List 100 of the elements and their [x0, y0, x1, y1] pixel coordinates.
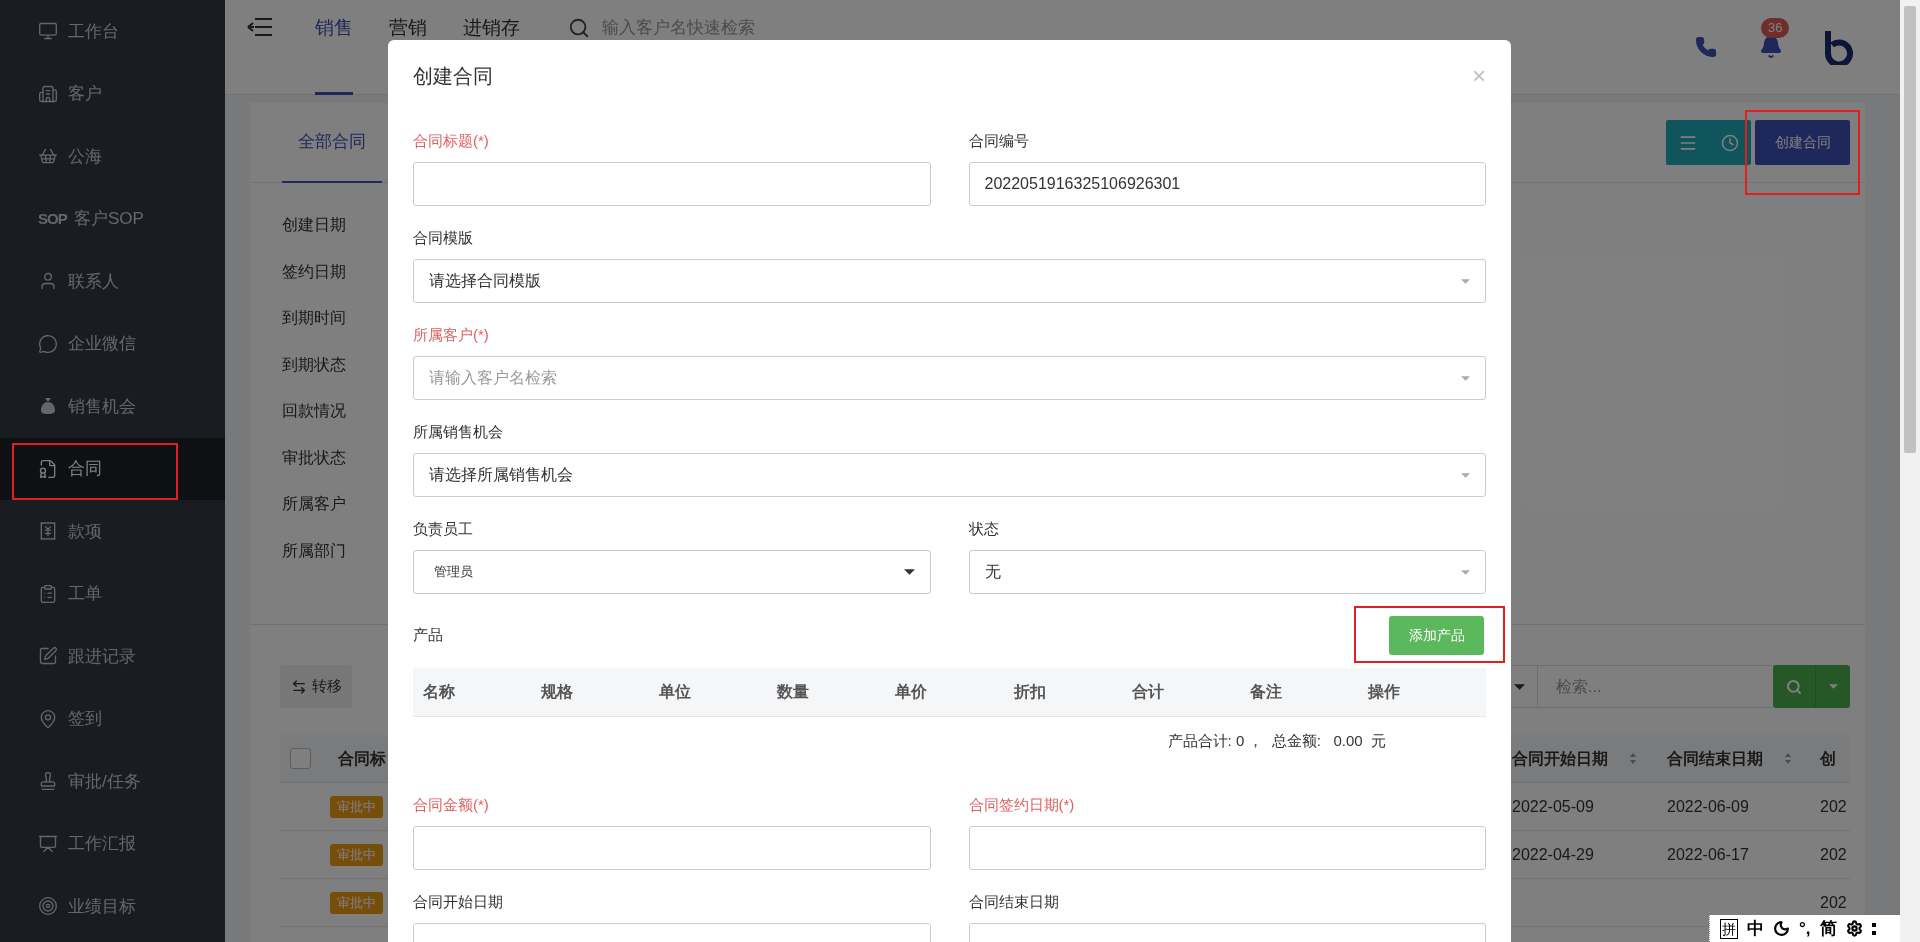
scrollbar-thumb[interactable] [1904, 6, 1916, 453]
column-header: 合计 [1131, 682, 1165, 702]
sidebar-item[interactable]: 跟进记录 [0, 625, 225, 688]
bell-icon[interactable] [1759, 35, 1783, 59]
field-label: 合同模版 [413, 228, 474, 248]
search-options-button[interactable] [1815, 665, 1850, 708]
table-cell: 2022-05-09 [1512, 797, 1594, 815]
input-field[interactable] [968, 826, 1486, 870]
column-header[interactable]: 创 [1810, 746, 1850, 771]
table-cell: 2022-06-17 [1667, 845, 1749, 863]
filter-label: 审批状态 [282, 447, 346, 468]
field-label: 合同结束日期 [968, 892, 1060, 912]
monitor-icon [38, 21, 58, 42]
filter-label: 签约日期 [282, 261, 346, 282]
settings-icon[interactable] [1845, 920, 1863, 937]
edit-icon [38, 646, 58, 667]
ime-button[interactable]: °, [1799, 915, 1811, 942]
nav-tab[interactable]: 销售 [315, 0, 353, 95]
select-field[interactable]: 管理员 [413, 550, 931, 594]
content-tab[interactable]: 全部合同 [282, 102, 382, 183]
column-header: 名称 [423, 682, 456, 702]
dialog-title: 创建合同 [413, 64, 493, 89]
money-bag-icon [38, 396, 58, 417]
filter-label: 创建日期 [282, 215, 346, 236]
column-header: 规格 [541, 682, 575, 702]
select-field[interactable]: 请选择所属销售机会 [413, 453, 1486, 497]
caret-icon [1461, 472, 1470, 478]
table-cell: 2022-04-29 [1512, 845, 1594, 863]
sidebar-item[interactable]: 签到 [0, 687, 225, 750]
stamp-icon [38, 771, 58, 792]
column-header[interactable]: 合同结束日期 [1655, 746, 1810, 771]
field-label: 合同编号 [968, 131, 1030, 151]
sidebar-item[interactable]: SOP 客户SOP [0, 187, 225, 250]
status-tag: 审批中 [330, 843, 383, 866]
sidebar-item[interactable]: 合同 [0, 437, 225, 500]
swap-arrows-icon [290, 678, 307, 695]
column-header: 折扣 [1013, 682, 1047, 702]
sidebar-item[interactable]: 客户 [0, 62, 225, 125]
caret-icon [1461, 375, 1470, 381]
column-header: 备注 [1249, 682, 1283, 702]
checkbox[interactable] [289, 748, 311, 769]
column-header: 单价 [895, 682, 929, 702]
caret-icon [1513, 683, 1525, 690]
caret-icon [903, 569, 915, 575]
field-label: 负责员工 [413, 519, 474, 539]
sidebar-item[interactable]: 销售机会 [0, 375, 225, 438]
moon-icon[interactable] [1773, 920, 1790, 937]
field-label: 合同金额(*) [413, 795, 490, 815]
ime-mode-button[interactable]: 拼 [1720, 918, 1738, 939]
table-cell: 202 [1820, 893, 1847, 911]
logo-icon [1825, 29, 1855, 65]
add-product-button[interactable]: 添加产品 [1389, 616, 1484, 655]
filter-label: 回款情况 [282, 401, 346, 422]
sort-icon [1785, 753, 1791, 764]
yen-receipt-icon [38, 521, 58, 542]
status-tag: 审批中 [330, 795, 383, 818]
table-cell: 202 [1820, 845, 1847, 863]
sidebar-item[interactable]: 款项 [0, 500, 225, 563]
sidebar-item[interactable]: 公海 [0, 125, 225, 188]
sidebar-item[interactable]: 业绩目标 [0, 875, 225, 938]
caret-icon [1828, 684, 1838, 689]
sidebar-item[interactable]: 工作台 [0, 0, 225, 63]
menu-icon[interactable] [247, 17, 273, 37]
map-pin-icon [38, 708, 58, 729]
sidebar-item[interactable]: 工作汇报 [0, 812, 225, 875]
sidebar-item[interactable]: 审批/任务 [0, 750, 225, 813]
sidebar-item[interactable]: 企业微信 [0, 312, 225, 375]
transfer-button[interactable]: 转移 [280, 665, 352, 708]
phone-icon[interactable] [1695, 36, 1717, 58]
ime-button[interactable]: 中 [1747, 915, 1764, 942]
scrollbar[interactable] [1900, 0, 1920, 942]
input-field[interactable]: 2022051916325106926301 [968, 162, 1486, 206]
target-icon [38, 896, 58, 917]
column-header: 单位 [659, 682, 693, 702]
sidebar-item[interactable]: 工单 [0, 562, 225, 625]
clock-icon[interactable] [1721, 133, 1740, 152]
presentation-board-icon [38, 833, 58, 854]
column-header[interactable]: 合同标 [320, 746, 386, 771]
column-header[interactable]: 合同开始日期 [1500, 746, 1655, 771]
field-label: 所属客户(*) [413, 325, 490, 345]
select-field[interactable]: 请输入客户名检索 [413, 356, 1486, 400]
field-label: 所属销售机会 [413, 422, 504, 442]
more-icon[interactable] [1871, 921, 1876, 936]
status-tag: 审批中 [330, 891, 383, 914]
building-icon [38, 83, 58, 104]
sidebar-item[interactable]: 联系人 [0, 250, 225, 313]
select-field[interactable]: 无 [968, 550, 1486, 594]
caret-icon [1461, 278, 1470, 284]
notification-badge: 36 [1761, 18, 1790, 38]
clipboard-icon [38, 583, 58, 604]
close-button[interactable]: × [1472, 64, 1486, 88]
ime-button[interactable]: 简 [1819, 915, 1837, 942]
field-label: 合同开始日期 [413, 892, 504, 912]
input-field[interactable] [413, 162, 931, 206]
select-field[interactable]: 请选择合同模版 [413, 259, 1486, 303]
create-contract-button[interactable]: 创建合同 [1755, 120, 1850, 165]
search-button[interactable] [1773, 665, 1815, 708]
search-icon [568, 16, 590, 39]
input-field[interactable] [413, 826, 931, 870]
field-label: 合同签约日期(*) [968, 795, 1076, 815]
